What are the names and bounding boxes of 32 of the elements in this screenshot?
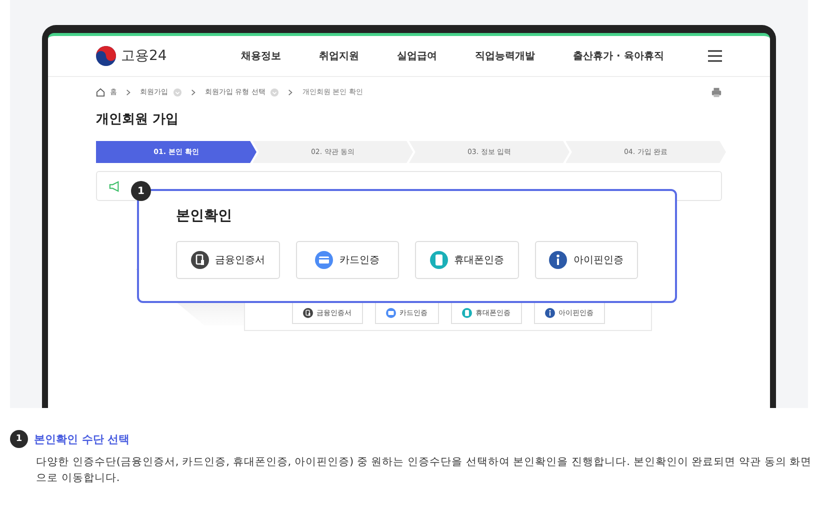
nav-link[interactable]: 출산휴가 · 육아휴직 xyxy=(573,49,664,63)
phone-icon xyxy=(462,308,472,318)
info-icon xyxy=(549,251,568,269)
chevron-right-icon xyxy=(191,88,196,96)
method-button[interactable]: 금융인증서 xyxy=(176,241,280,279)
nav-link[interactable]: 취업지원 xyxy=(319,49,359,63)
menu-icon[interactable] xyxy=(708,50,722,62)
method-button[interactable]: 아이핀인증 xyxy=(534,241,638,279)
home-icon xyxy=(96,88,105,96)
number-badge: 1 xyxy=(131,181,151,201)
taeguk-logo-icon xyxy=(96,46,116,66)
nav-link[interactable]: 직업능력개발 xyxy=(475,49,535,63)
card-icon xyxy=(386,308,396,318)
number-badge: 1 xyxy=(10,430,28,448)
megaphone-icon xyxy=(109,180,120,192)
card-icon xyxy=(315,251,334,269)
certificate-icon xyxy=(190,251,209,269)
method-button[interactable]: 카드인증 xyxy=(296,241,399,279)
nav-link[interactable]: 실업급여 xyxy=(397,49,437,63)
info-icon xyxy=(544,308,554,318)
phone-icon xyxy=(430,251,448,269)
page-title: 개인회원 가입 xyxy=(96,111,180,129)
print-icon[interactable] xyxy=(711,86,722,98)
certificate-icon xyxy=(302,308,312,318)
chevron-right-icon xyxy=(288,88,294,96)
description-text: 다양한 인증수단(금융인증서, 카드인증, 휴대폰인증, 아이핀인증) 중 원하는 인증수단을 선택하여 본인확인을 진행합니다. 본인확인이 완료되면 약관 동의 화면으로 이동합니다. xyxy=(36,455,812,486)
method-button[interactable]: 휴대폰인증 xyxy=(415,241,518,279)
section-title: 본인확인 xyxy=(176,207,233,225)
site-logo-text[interactable]: 고용24 xyxy=(121,47,167,65)
nav-link[interactable]: 채용정보 xyxy=(241,49,281,63)
description-title: 본인확인 수단 선택 xyxy=(34,432,130,446)
chevron-right-icon xyxy=(126,88,131,96)
